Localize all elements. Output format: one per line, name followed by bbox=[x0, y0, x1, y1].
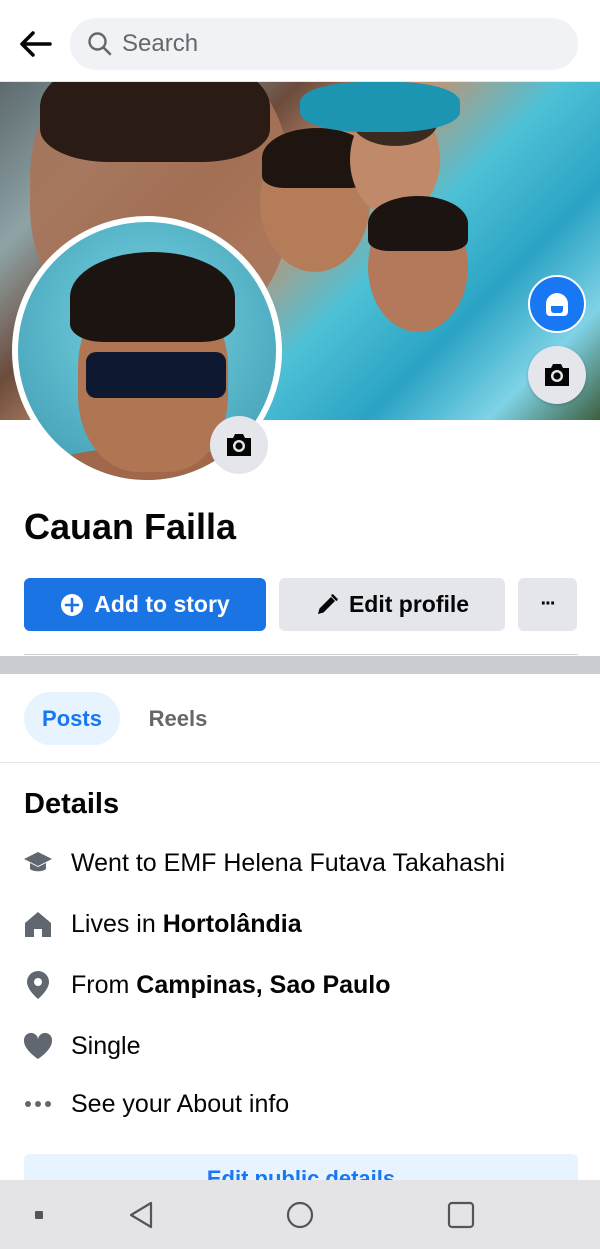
search-icon bbox=[86, 30, 114, 58]
search-placeholder: Search bbox=[122, 30, 199, 57]
tab-posts[interactable]: Posts bbox=[24, 692, 120, 745]
details-heading: Details bbox=[24, 788, 120, 820]
avatar-button[interactable] bbox=[528, 275, 586, 333]
tab-reels[interactable]: Reels bbox=[130, 692, 226, 745]
section-divider bbox=[0, 656, 600, 674]
recents-nav-button[interactable] bbox=[446, 1200, 476, 1230]
detail-from[interactable]: From Campinas, Sao Paulo bbox=[22, 965, 391, 1005]
more-dots-icon: ··· bbox=[540, 593, 557, 615]
more-options-button[interactable]: ··· bbox=[518, 578, 577, 631]
triangle-back-icon bbox=[129, 1201, 153, 1229]
search-input[interactable]: Search bbox=[70, 18, 578, 70]
nav-dot-icon bbox=[24, 1200, 54, 1230]
avatar-icon bbox=[546, 293, 568, 316]
heart-icon bbox=[22, 1030, 54, 1062]
home-nav-button[interactable] bbox=[285, 1200, 315, 1230]
circle-home-icon bbox=[286, 1201, 314, 1229]
camera-icon bbox=[545, 364, 569, 386]
top-bar: Search bbox=[0, 0, 600, 82]
back-arrow-icon bbox=[20, 31, 52, 57]
plus-circle-icon bbox=[60, 593, 84, 617]
graduation-cap-icon bbox=[22, 847, 54, 879]
square-recents-icon bbox=[447, 1201, 475, 1229]
profile-name: Cauan Failla bbox=[24, 506, 237, 547]
add-to-story-label: Add to story bbox=[94, 591, 230, 617]
add-to-story-button[interactable]: Add to story bbox=[24, 578, 266, 631]
edit-profile-button[interactable]: Edit profile bbox=[279, 578, 505, 631]
system-nav-bar bbox=[0, 1180, 600, 1249]
camera-icon bbox=[227, 434, 251, 456]
divider-line bbox=[24, 654, 578, 655]
detail-see-about[interactable]: See your About info bbox=[22, 1084, 289, 1124]
edit-profile-label: Edit profile bbox=[348, 591, 470, 617]
detail-education[interactable]: Went to EMF Helena Futava Takahashi bbox=[22, 843, 505, 883]
edit-profile-picture-button[interactable] bbox=[210, 416, 268, 474]
detail-relationship[interactable]: Single bbox=[22, 1026, 141, 1066]
location-pin-icon bbox=[22, 969, 54, 1001]
edit-cover-photo-button[interactable] bbox=[528, 346, 586, 404]
home-icon bbox=[22, 908, 54, 940]
detail-lives-in[interactable]: Lives in Hortolândia bbox=[22, 904, 302, 944]
profile-tabs: Posts Reels bbox=[0, 674, 600, 763]
pencil-icon bbox=[315, 593, 339, 617]
back-nav-button[interactable] bbox=[126, 1200, 156, 1230]
more-dots-icon bbox=[22, 1088, 54, 1120]
back-button[interactable] bbox=[14, 24, 56, 64]
